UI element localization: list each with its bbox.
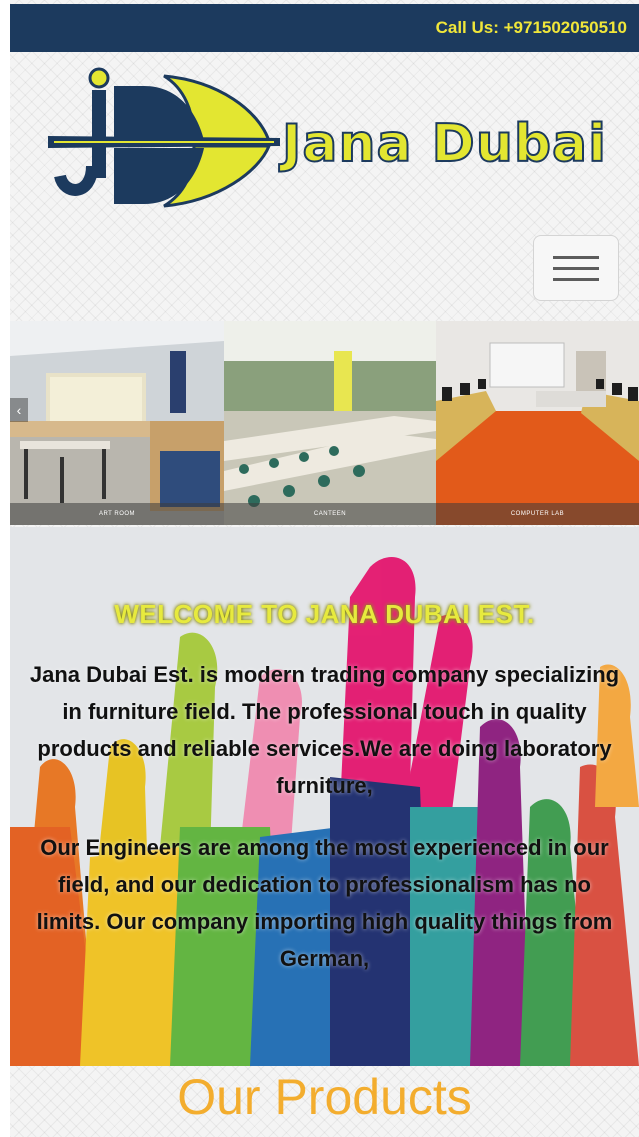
products-heading: Our Products	[177, 1069, 472, 1125]
welcome-paragraph-2: Our Engineers are among the most experie…	[36, 835, 613, 971]
canteen-photo	[224, 321, 436, 525]
site-logo[interactable]: Jana Dubai	[44, 66, 614, 216]
hamburger-menu-icon-bar	[553, 277, 599, 281]
hamburger-menu-button[interactable]	[533, 235, 619, 301]
jana-dubai-logo-icon	[48, 67, 280, 208]
slide-caption: ART ROOM	[10, 503, 224, 525]
hamburger-menu-icon-bar	[553, 266, 599, 270]
slide-art-room[interactable]: ART ROOM	[10, 321, 224, 525]
art-room-photo	[10, 321, 224, 525]
welcome-paragraph-1: Jana Dubai Est. is modern trading compan…	[29, 662, 620, 798]
slide-caption: COMPUTER LAB	[436, 503, 639, 525]
slide-computer-lab[interactable]: COMPUTER LAB	[436, 321, 639, 525]
call-us-link[interactable]: Call Us: +971502050510	[436, 18, 627, 38]
contact-bar: Call Us: +971502050510	[10, 4, 639, 52]
hamburger-menu-icon	[553, 255, 599, 259]
chevron-left-icon: ‹	[16, 402, 22, 418]
brand-name: Jana Dubai	[281, 113, 607, 175]
slide-caption: CANTEEN	[224, 503, 436, 525]
welcome-section: WELCOME TO JANA DUBAI EST. Jana Dubai Es…	[10, 527, 639, 1066]
slide-canteen[interactable]: CANTEEN	[224, 321, 436, 525]
computer-lab-photo	[436, 321, 639, 525]
welcome-title: WELCOME TO JANA DUBAI EST.	[114, 599, 535, 629]
image-slider[interactable]: ART ROOM CANTEEN COMPUTER LAB ‹	[10, 321, 639, 525]
page: Call Us: +971502050510 Jana Dubai ART RO…	[10, 0, 639, 1137]
slider-prev-button[interactable]: ‹	[10, 398, 28, 422]
welcome-content: WELCOME TO JANA DUBAI EST. Jana Dubai Es…	[10, 599, 639, 977]
